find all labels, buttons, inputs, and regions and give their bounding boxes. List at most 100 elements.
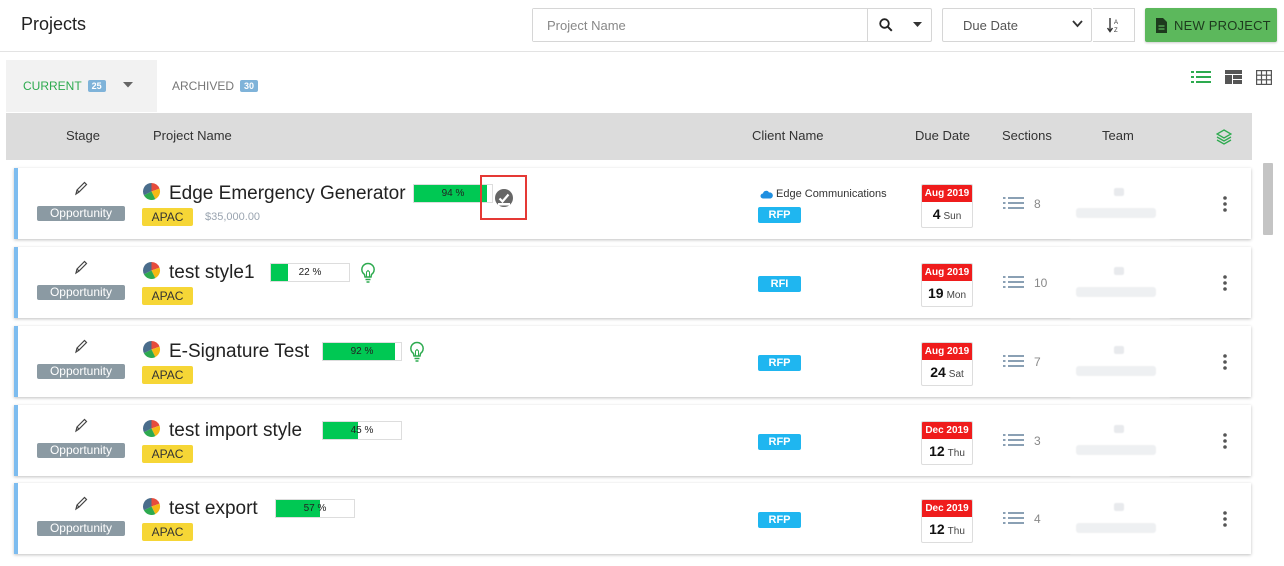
client-name-text: Edge Communications	[776, 188, 887, 200]
due-weekday: Sun	[943, 211, 962, 222]
search-box	[532, 8, 932, 42]
tab-archived-label: ARCHIVED	[172, 79, 235, 93]
new-project-button[interactable]: NEW PROJECT	[1145, 8, 1277, 42]
tab-current[interactable]: CURRENT 25	[6, 60, 157, 112]
svg-text:Z: Z	[1114, 28, 1118, 33]
col-sections[interactable]: Sections	[1002, 128, 1052, 143]
project-row[interactable]: Opportunity Edge Emergency Generator 94 …	[14, 168, 1251, 239]
sort-select[interactable]: Due Date	[942, 8, 1092, 42]
search-options-dropdown[interactable]	[903, 9, 931, 41]
due-day-number: 12	[929, 443, 945, 459]
sort-select-value: Due Date	[963, 17, 1018, 33]
search-icon	[878, 18, 893, 32]
doc-type-badge: RFP	[758, 512, 801, 528]
due-date-badge: Aug 2019 24 Sat	[921, 342, 973, 386]
due-month: Aug 2019	[922, 343, 972, 360]
doc-type-badge: RFI	[758, 276, 801, 292]
col-due-date[interactable]: Due Date	[915, 128, 970, 143]
tab-current-label: CURRENT	[23, 79, 82, 93]
sections-count: 4	[1034, 512, 1041, 526]
project-name[interactable]: test export	[169, 498, 258, 520]
progress-label: 22 %	[298, 267, 322, 278]
region-badge: APAC	[142, 523, 193, 541]
team-members	[1070, 247, 1170, 318]
col-team[interactable]: Team	[1102, 128, 1134, 143]
col-stage[interactable]: Stage	[66, 128, 100, 143]
project-row[interactable]: Opportunity test export 57 % APAC RFP De…	[14, 483, 1251, 554]
caret-down-icon[interactable]	[123, 82, 133, 88]
tab-archived[interactable]: ARCHIVED 30	[172, 60, 259, 112]
sections-list-icon[interactable]	[1003, 354, 1024, 368]
grid-view-icon[interactable]	[1256, 70, 1272, 85]
project-name[interactable]: test style1	[169, 262, 255, 284]
due-day-number: 12	[929, 521, 945, 537]
project-row[interactable]: Opportunity E-Signature Test 92 % APAC R…	[14, 326, 1251, 397]
list-view-icon[interactable]	[1191, 70, 1211, 84]
due-weekday: Thu	[947, 448, 965, 459]
team-members	[1070, 405, 1170, 476]
pencil-icon[interactable]	[74, 180, 88, 196]
due-day-number: 24	[930, 364, 946, 380]
tab-current-count: 25	[87, 80, 106, 92]
search-input[interactable]	[533, 9, 867, 41]
scrollbar-thumb[interactable]	[1263, 163, 1273, 235]
lightbulb-icon[interactable]	[409, 341, 425, 363]
progress-bar: 92 %	[322, 342, 402, 361]
due-month: Aug 2019	[922, 264, 972, 281]
due-weekday: Sat	[948, 369, 964, 380]
pie-chart-icon	[143, 497, 161, 515]
search-button[interactable]	[867, 9, 903, 41]
due-date-badge: Aug 2019 4 Sun	[921, 184, 973, 228]
project-name[interactable]: test import style	[169, 420, 302, 442]
stage-badge: Opportunity	[37, 443, 125, 458]
caret-down-icon	[912, 22, 922, 27]
more-options-icon[interactable]	[1223, 196, 1227, 212]
due-day-number: 4	[932, 206, 941, 222]
project-name[interactable]: E-Signature Test	[169, 341, 309, 363]
project-amount: $35,000.00	[205, 211, 261, 223]
top-bar: Projects Due Date AZ NEW PROJECT	[0, 0, 1284, 52]
svg-text:A: A	[1114, 20, 1118, 26]
progress-bar: 57 %	[275, 499, 355, 518]
col-client-name[interactable]: Client Name	[752, 128, 824, 143]
pencil-icon[interactable]	[74, 338, 88, 354]
board-view-icon[interactable]	[1225, 70, 1242, 84]
doc-type-badge: RFP	[758, 434, 801, 450]
lightbulb-icon[interactable]	[360, 262, 376, 284]
more-options-icon[interactable]	[1223, 433, 1227, 449]
approval-status-button[interactable]	[480, 175, 527, 220]
due-month: Aug 2019	[922, 185, 972, 202]
sections-list-icon[interactable]	[1003, 511, 1024, 525]
sections-list-icon[interactable]	[1003, 433, 1024, 447]
project-name[interactable]: Edge Emergency Generator	[169, 183, 406, 205]
due-day: 12 Thu	[922, 439, 972, 464]
team-members	[1070, 326, 1170, 397]
due-weekday: Mon	[946, 290, 967, 301]
page-title: Projects	[21, 14, 87, 34]
due-weekday: Thu	[947, 526, 965, 537]
layers-icon[interactable]	[1216, 129, 1232, 145]
region-badge: APAC	[142, 445, 193, 463]
client-name[interactable]: Edge Communications	[760, 188, 887, 200]
progress-label: 45 %	[350, 425, 374, 436]
more-options-icon[interactable]	[1223, 354, 1227, 370]
project-row[interactable]: Opportunity test import style 45 % APAC …	[14, 405, 1251, 476]
sections-list-icon[interactable]	[1003, 275, 1024, 289]
pencil-icon[interactable]	[74, 259, 88, 275]
check-badge-icon	[494, 188, 513, 207]
pencil-icon[interactable]	[74, 417, 88, 433]
pencil-icon[interactable]	[74, 495, 88, 511]
stage-badge: Opportunity	[37, 285, 125, 300]
sections-list-icon[interactable]	[1003, 196, 1024, 210]
new-project-label: NEW PROJECT	[1174, 17, 1271, 33]
due-date-badge: Dec 2019 12 Thu	[921, 499, 973, 543]
view-switcher	[1191, 70, 1272, 85]
sort-direction-button[interactable]: AZ	[1093, 8, 1135, 42]
more-options-icon[interactable]	[1223, 275, 1227, 291]
due-day: 12 Thu	[922, 517, 972, 542]
sections-count: 8	[1034, 197, 1041, 211]
stage-badge: Opportunity	[37, 364, 125, 379]
more-options-icon[interactable]	[1223, 511, 1227, 527]
col-project-name[interactable]: Project Name	[153, 128, 232, 143]
project-row[interactable]: Opportunity test style1 22 % APAC RFI Au…	[14, 247, 1251, 318]
